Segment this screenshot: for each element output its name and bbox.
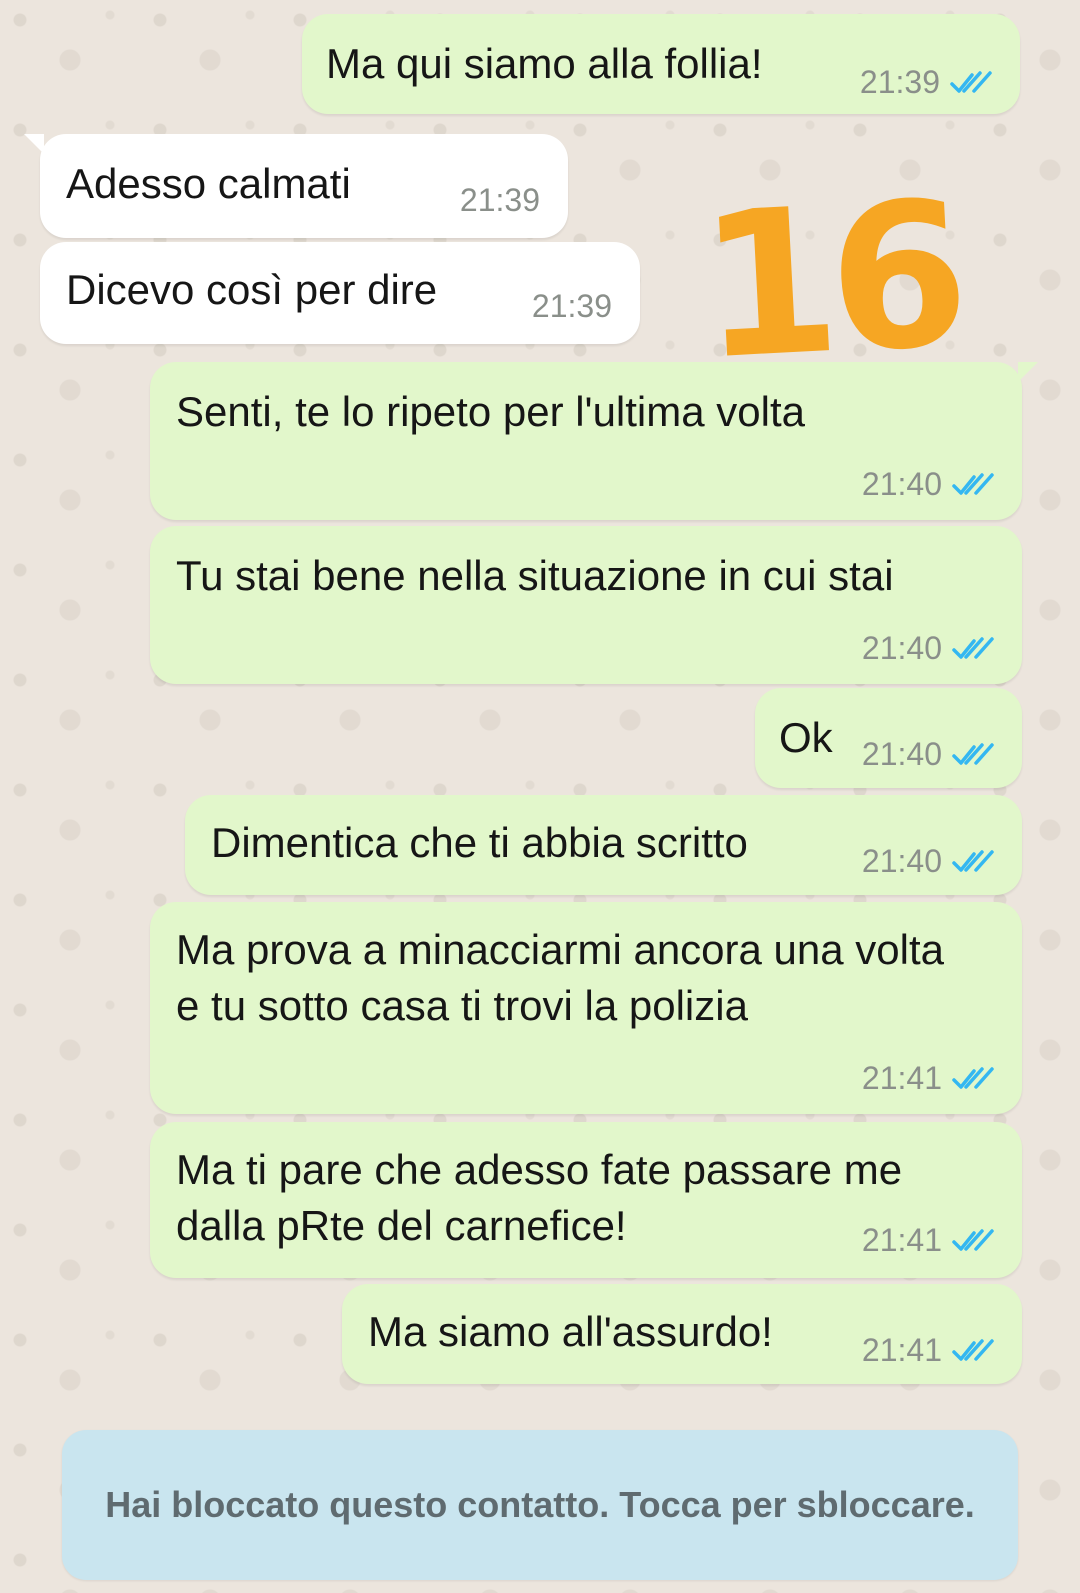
message-meta: 21:41 <box>862 1060 996 1097</box>
message-text: Ma prova a minacciarmi ancora una volta … <box>176 926 945 1029</box>
message-meta: 21:40 <box>862 466 996 503</box>
message-text: Tu stai bene nella situazione in cui sta… <box>176 552 894 599</box>
message-time: 21:41 <box>861 1222 942 1258</box>
message-bubble-incoming[interactable]: Dicevo così per dire 21:39 <box>40 242 640 344</box>
message-time: 21:40 <box>861 466 942 502</box>
bubble-tail <box>1018 362 1038 382</box>
message-bubble-outgoing[interactable]: Senti, te lo ripeto per l'ultima volta 2… <box>150 362 1038 520</box>
double-check-read-icon <box>952 472 994 495</box>
message-time: 21:41 <box>861 1060 942 1096</box>
message-bubble-outgoing[interactable]: Ma qui siamo alla follia! 21:39 <box>302 14 1020 114</box>
message-time: 21:40 <box>861 630 942 666</box>
message-time: 21:39 <box>859 64 940 100</box>
message-bubble-outgoing[interactable]: Dimentica che ti abbia scritto 21:40 <box>185 795 1022 895</box>
message-meta: 21:39 <box>460 182 540 219</box>
bubble-tail <box>24 134 44 154</box>
message-time: 21:39 <box>531 288 612 324</box>
message-meta: 21:40 <box>862 630 996 667</box>
message-meta: 21:39 <box>532 288 612 325</box>
message-bubble-outgoing[interactable]: Ma siamo all'assurdo! 21:41 <box>342 1284 1022 1384</box>
double-check-read-icon <box>950 70 992 93</box>
message-meta: 21:40 <box>862 843 996 880</box>
message-meta: 21:39 <box>860 64 994 101</box>
double-check-read-icon <box>952 1338 994 1361</box>
message-time: 21:41 <box>861 1332 942 1368</box>
message-meta: 21:40 <box>862 736 996 773</box>
message-time: 21:40 <box>861 843 942 879</box>
double-check-read-icon <box>952 636 994 659</box>
message-bubble-outgoing[interactable]: Tu stai bene nella situazione in cui sta… <box>150 526 1022 684</box>
message-bubble-outgoing[interactable]: Ok 21:40 <box>755 688 1022 788</box>
double-check-read-icon <box>952 1228 994 1251</box>
blocked-contact-banner[interactable]: Hai bloccato questo contatto. Tocca per … <box>62 1430 1018 1580</box>
blocked-contact-text: Hai bloccato questo contatto. Tocca per … <box>105 1484 975 1525</box>
message-bubble-outgoing[interactable]: Ma ti pare che adesso fate passare me da… <box>150 1122 1022 1278</box>
message-bubble-incoming[interactable]: Adesso calmati 21:39 <box>24 134 568 238</box>
double-check-read-icon <box>952 1066 994 1089</box>
double-check-read-icon <box>952 849 994 872</box>
message-time: 21:40 <box>861 736 942 772</box>
message-meta: 21:41 <box>862 1222 996 1259</box>
message-meta: 21:41 <box>862 1332 996 1369</box>
message-time: 21:39 <box>459 182 540 218</box>
message-bubble-outgoing[interactable]: Ma prova a minacciarmi ancora una volta … <box>150 902 1022 1114</box>
message-text: Senti, te lo ripeto per l'ultima volta <box>176 388 805 435</box>
double-check-read-icon <box>952 742 994 765</box>
chat-message-list[interactable]: Ma qui siamo alla follia! 21:39 Adesso c… <box>0 0 1080 1593</box>
